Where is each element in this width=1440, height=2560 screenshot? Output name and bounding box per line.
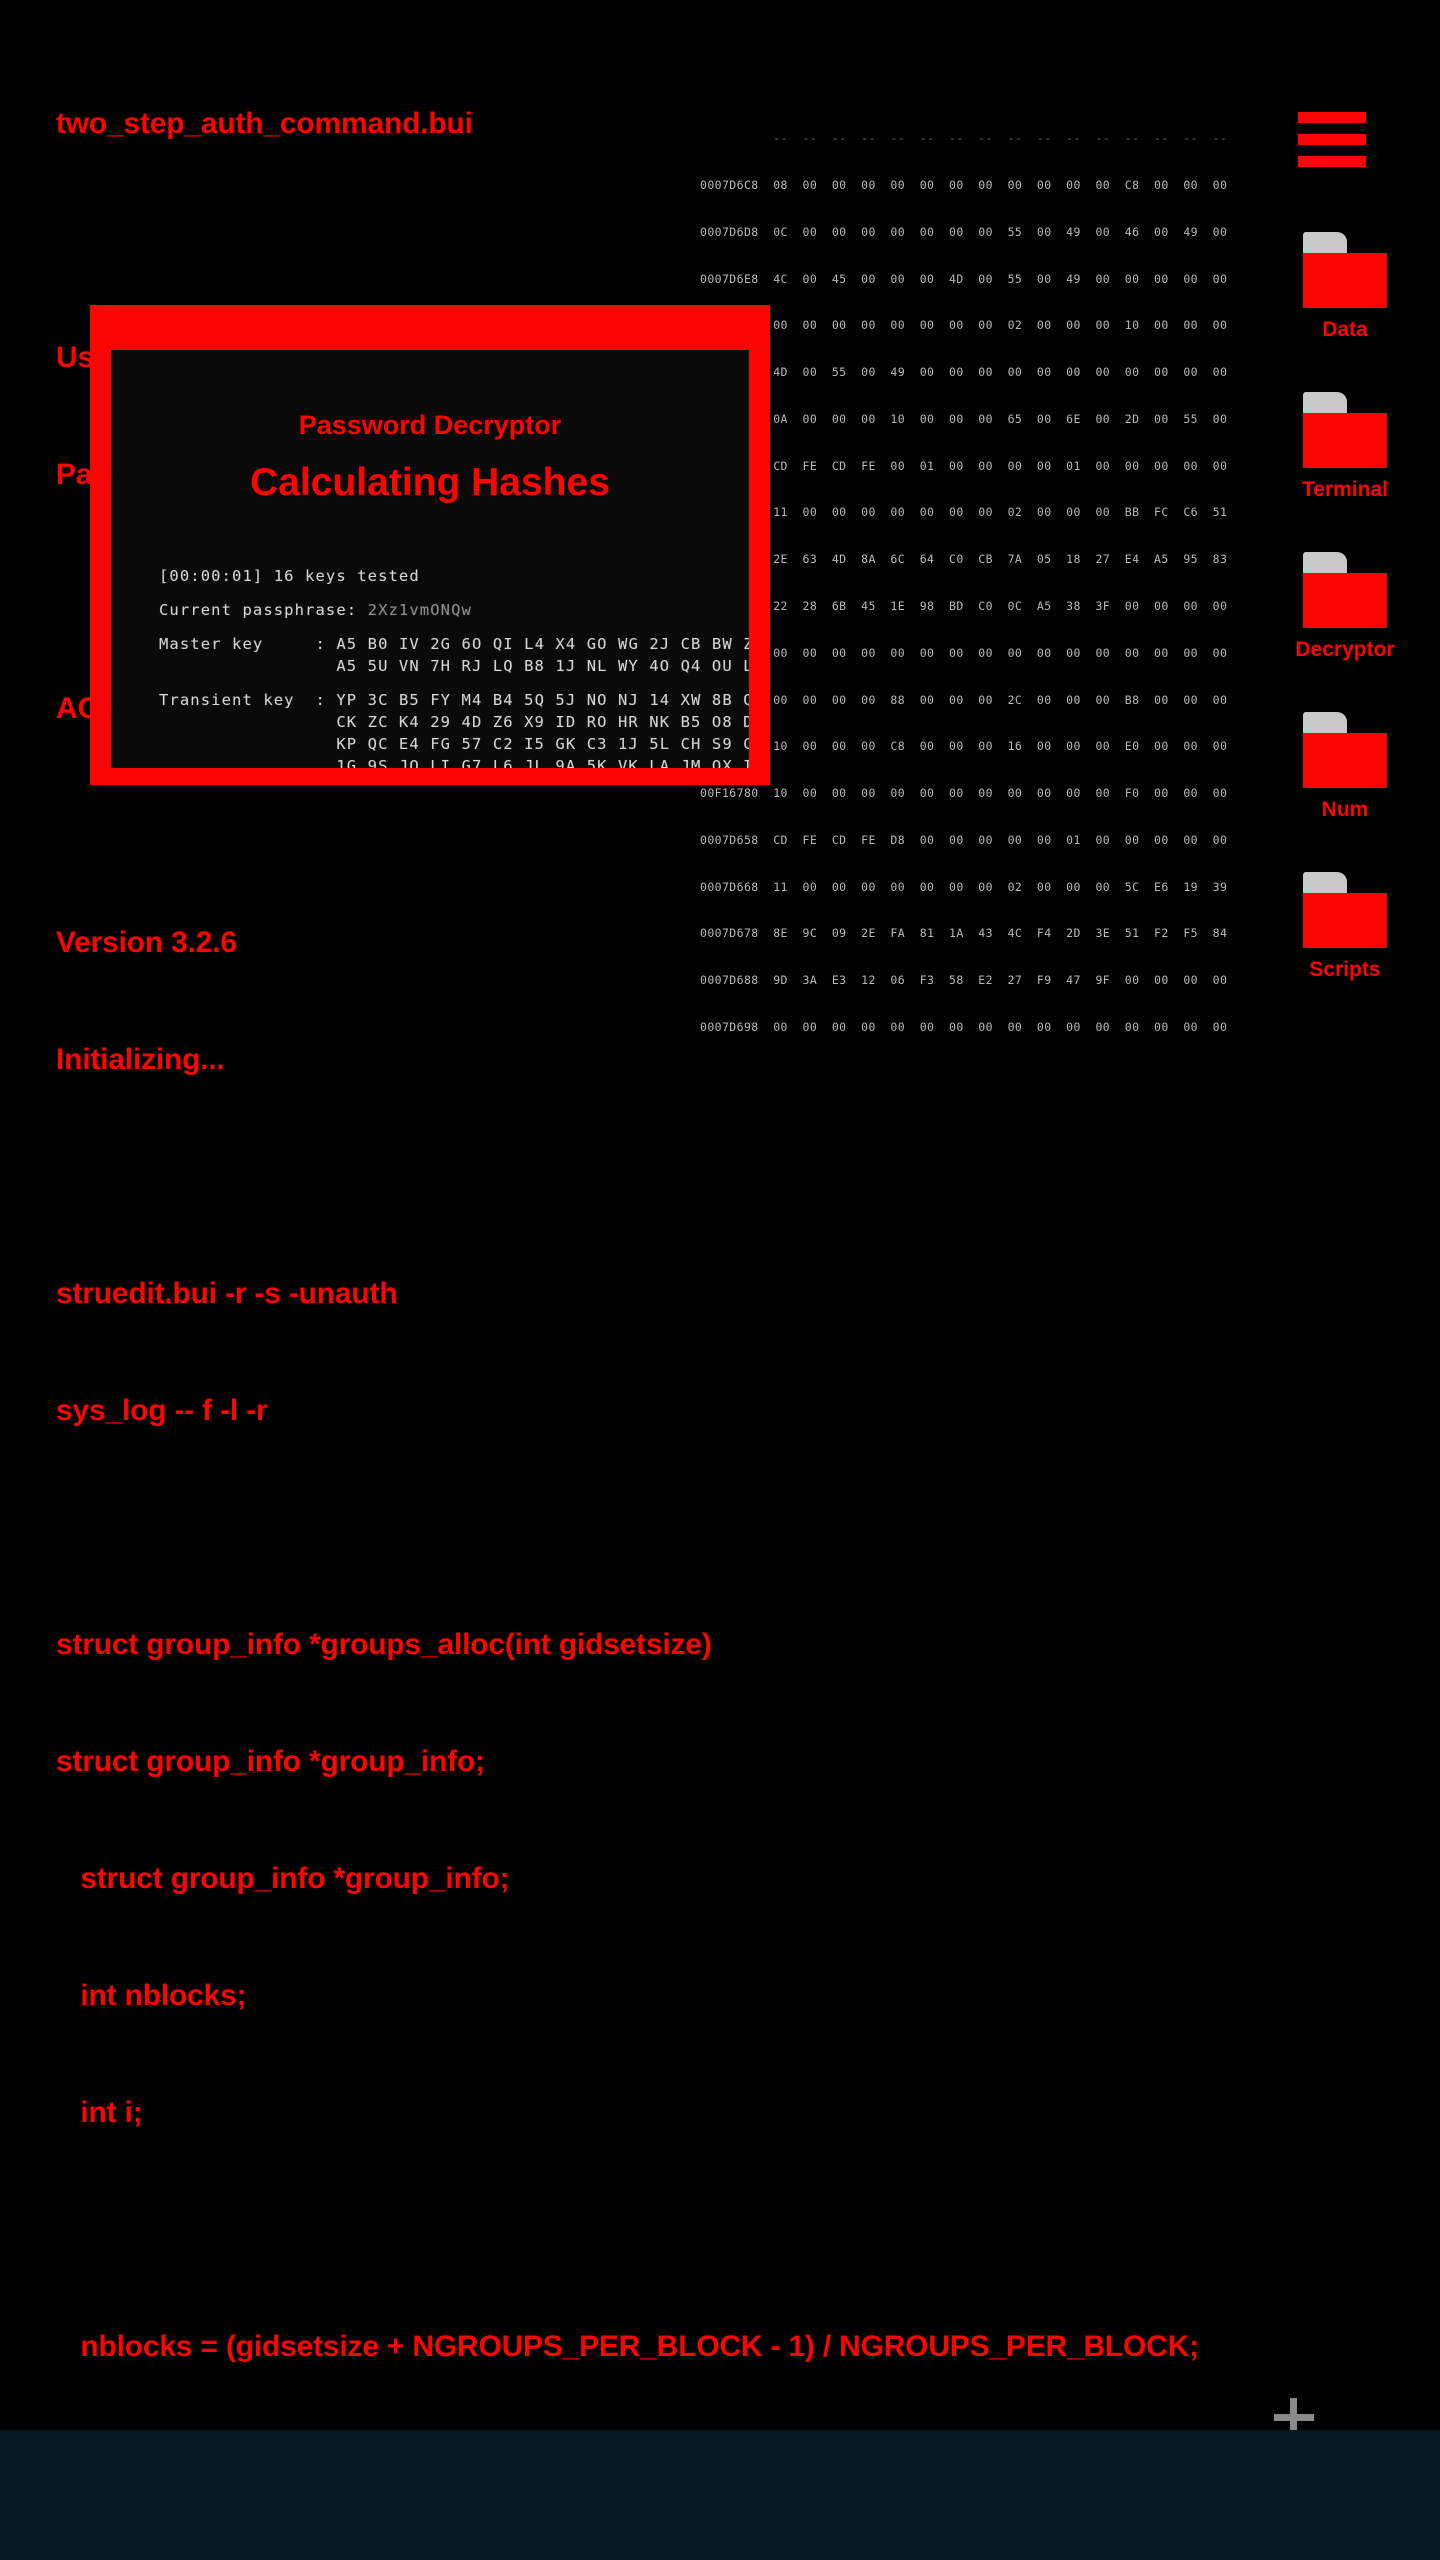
hex-row: 0007D718 0A 00 00 00 10 00 00 00 65 00 6… (700, 411, 1228, 426)
transient-key-value-2: KP QC E4 FG 57 C2 I5 GK C3 1J 5L CH S9 C… (336, 735, 754, 753)
sidebar-folder-data[interactable]: Data (1250, 232, 1440, 342)
hex-row: 0007D668 11 00 00 00 00 00 00 00 02 00 0… (700, 879, 1228, 894)
sidebar-folder-decryptor[interactable]: Decryptor (1250, 552, 1440, 662)
master-key-row-0: Master key : A5 B0 IV 2G 6O QI L4 X4 GO … (159, 633, 749, 655)
code-line: int nblocks; (56, 1979, 247, 2012)
hex-row: 00F16710 CD FE CD FE 00 01 00 00 00 00 0… (700, 458, 1228, 473)
hex-row: 0007D6F8 00 00 00 00 00 00 00 00 02 00 0… (700, 318, 1228, 333)
bottom-bar (0, 2430, 1440, 2560)
folder-label: Num (1321, 798, 1369, 821)
hamburger-bar (1298, 156, 1366, 167)
passphrase-label: Current passphrase: (159, 601, 368, 619)
folder-body (1303, 573, 1387, 628)
folder-tab (1303, 232, 1347, 254)
folder-label: Scripts (1309, 958, 1381, 981)
hamburger-bar (1298, 134, 1366, 145)
hamburger-menu-icon[interactable] (1298, 112, 1366, 168)
code-line: int i; (56, 2096, 143, 2129)
hex-row: 00F16770 10 00 00 00 C8 00 00 00 16 00 0… (700, 739, 1228, 754)
transient-key-value-3: 1G 9S JQ LI G7 L6 JL 9A 5K VK LA JM QX I… (336, 757, 754, 773)
hex-dump-panel: -- -- -- -- -- -- -- -- -- -- -- -- -- -… (700, 100, 1240, 1067)
hex-row: 00F16740 22 28 6B 45 1E 98 BD C0 0C A5 3… (700, 599, 1228, 613)
password-decryptor-dialog[interactable]: Password Decryptor Calculating Hashes [0… (90, 305, 770, 785)
hex-separator-row: -- -- -- -- -- -- -- -- -- -- -- -- -- -… (700, 131, 1228, 146)
right-sidebar: Data Terminal Decryptor Num Scripts (1250, 0, 1440, 2390)
master-key-value-1: A5 5U VN 7H RJ LQ B8 1J NL WY 4O Q4 OU L… (336, 657, 754, 675)
hacker-terminal-screen: two_step_auth_command.bui Username: ag54… (0, 0, 1440, 2560)
elapsed-keys-line: [00:00:01] 16 keys tested (159, 567, 420, 585)
code-line: nblocks = (gidsetsize + NGROUPS_PER_BLOC… (56, 2330, 1199, 2363)
code-line: struct group_info *group_info; (56, 1745, 485, 1778)
hex-row: 00F16780 10 00 00 00 00 00 00 00 00 00 0… (700, 786, 1228, 801)
sidebar-folder-num[interactable]: Num (1250, 712, 1440, 822)
sidebar-folder-terminal[interactable]: Terminal (1250, 392, 1440, 502)
dialog-title: Password Decryptor (298, 410, 562, 440)
folder-body (1303, 253, 1387, 308)
folder-body (1303, 413, 1387, 468)
dialog-body: Password Decryptor Calculating Hashes [0… (106, 345, 754, 773)
folder-tab (1303, 872, 1347, 894)
sidebar-folder-scripts[interactable]: Scripts (1250, 872, 1440, 982)
folder-tab (1303, 712, 1347, 734)
master-key-value-0: A5 B0 IV 2G 6O QI L4 X4 GO WG 2J CB BW Z… (336, 635, 754, 653)
hamburger-bar (1298, 112, 1366, 123)
master-key-label: Master key (159, 635, 264, 653)
hex-row: 0007D6C8 08 00 00 00 00 00 00 00 00 00 0… (700, 177, 1228, 192)
code-line: struct group_info *groups_alloc(int gids… (56, 1628, 712, 1661)
folder-icon (1303, 232, 1387, 308)
transient-key-row-1: CK ZC K4 29 4D Z6 X9 ID RO HR NK B5 O8 D… (159, 711, 749, 733)
hex-row: 00F16760 00 00 00 00 88 00 00 00 2C 00 0… (700, 692, 1228, 707)
folder-tab (1303, 392, 1347, 414)
master-key-row-1: A5 5U VN 7H RJ LQ B8 1J NL WY 4O Q4 OU L… (159, 655, 749, 677)
transient-key-row-2: KP QC E4 FG 57 C2 I5 GK C3 1J 5L CH S9 C… (159, 733, 749, 755)
passphrase-row: Current passphrase: 2Xz1vmONQw (159, 599, 749, 621)
folder-body (1303, 893, 1387, 948)
hex-row: 0007D708 4D 00 55 00 49 00 00 00 00 00 0… (700, 365, 1228, 380)
folder-label: Data (1322, 318, 1368, 341)
transient-key-row-3: 1G 9S JQ LI G7 L6 JL 9A 5K VK LA JM QX I… (159, 755, 749, 768)
hex-row: 0007D6D8 0C 00 00 00 00 00 00 00 55 00 4… (700, 224, 1228, 239)
dialog-status-heading: Calculating Hashes (250, 461, 610, 504)
folder-icon (1303, 712, 1387, 788)
folder-label: Decryptor (1295, 638, 1395, 661)
transient-key-label: Transient key (159, 691, 295, 709)
hex-row: 00F16750 00 00 00 00 00 00 00 00 00 00 0… (700, 645, 1228, 660)
folder-body (1303, 733, 1387, 788)
hex-row: 0007D6E8 4C 00 45 00 00 00 4D 00 55 00 4… (700, 271, 1228, 286)
hex-row: 0007D698 00 00 00 00 00 00 00 00 00 00 0… (700, 1020, 1228, 1035)
folder-label: Terminal (1302, 478, 1388, 501)
command-line-0: struedit.bui -r -s -unauth (56, 1277, 398, 1310)
hex-row: 00F16720 11 00 00 00 00 00 00 00 02 00 0… (700, 505, 1228, 520)
hex-row: 0007D688 9D 3A E3 12 06 F3 58 E2 27 F9 4… (700, 973, 1228, 988)
dialog-console-output: [00:00:01] 16 keys tested Current passphr… (159, 543, 749, 768)
folder-icon (1303, 872, 1387, 948)
hex-row: 0007D678 8E 9C 09 2E FA 81 1A 43 4C F4 2… (700, 926, 1228, 941)
command-line-1: sys_log -- f -l -r (56, 1394, 268, 1427)
transient-key-value-0: YP 3C B5 FY M4 B4 5Q 5J NO NJ 14 XW 8B Q… (336, 691, 754, 709)
hex-row: 00F16730 2E 63 4D 8A 6C 64 C0 CB 7A 05 1… (700, 552, 1228, 567)
code-line: struct group_info *group_info; (56, 1862, 510, 1895)
folder-tab (1303, 552, 1347, 574)
transient-key-value-1: CK ZC K4 29 4D Z6 X9 ID RO HR NK B5 O8 D… (336, 713, 754, 731)
folder-icon (1303, 552, 1387, 628)
passphrase-value: 2Xz1vmONQw (367, 601, 472, 619)
hex-row: 0007D658 CD FE CD FE D8 00 00 00 00 00 0… (700, 832, 1228, 847)
transient-key-row-0: Transient key : YP 3C B5 FY M4 B4 5Q 5J … (159, 689, 749, 711)
folder-icon (1303, 392, 1387, 468)
